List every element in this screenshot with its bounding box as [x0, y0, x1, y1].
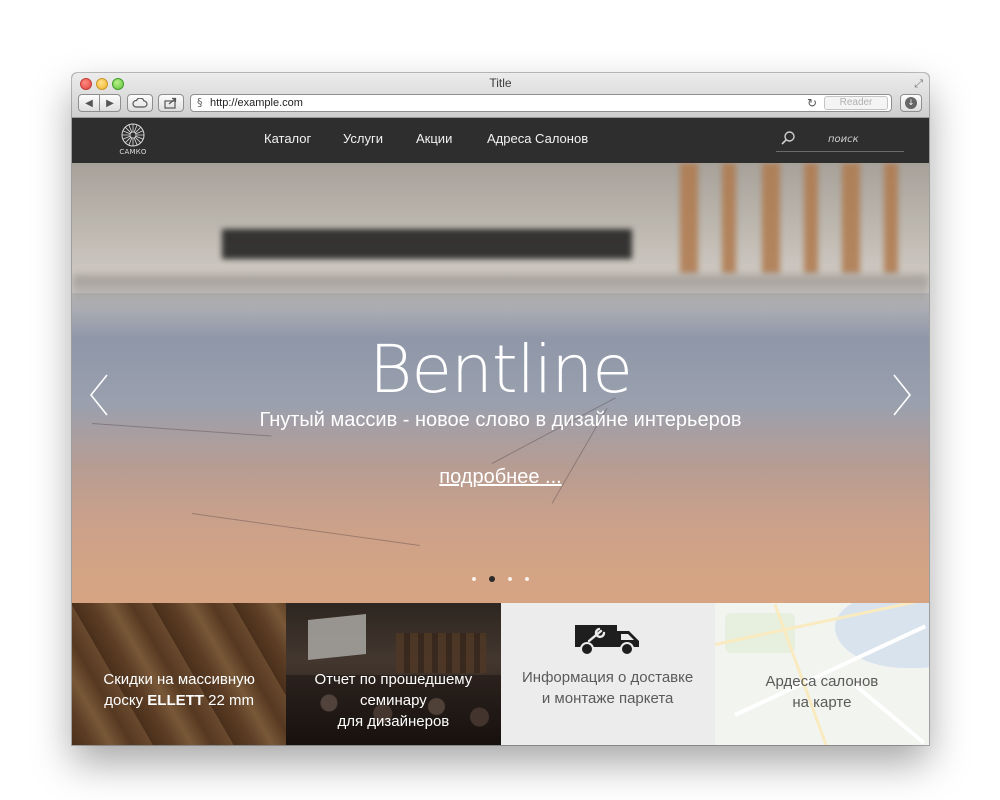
tile-text: Ардеса салонов на карте [765, 673, 879, 711]
slider-dots [72, 576, 929, 582]
tile-seminar-report[interactable]: Отчет по прошедшему семинару для дизайне… [286, 603, 501, 745]
downloads-button[interactable]: ↓ [900, 94, 922, 112]
nav-item-services[interactable]: Услуги [343, 131, 383, 146]
tile-ellett-discount[interactable]: Скидки на массивную доску ELLETT 22 mm [72, 603, 287, 745]
search-input[interactable] [806, 130, 902, 148]
hero-title: Bentline [369, 331, 633, 408]
tile-delivery-info[interactable]: Информация о доставке и монтаже паркета [500, 603, 715, 745]
tile-text: Отчет по прошедшему семинару для дизайне… [314, 671, 473, 730]
nav-item-salon-addresses[interactable]: Адреса Салонов [487, 131, 588, 146]
share-button[interactable] [158, 94, 184, 112]
slider-dot-active[interactable] [489, 576, 495, 582]
site-logo[interactable]: САМКО [118, 122, 148, 158]
slider-dot[interactable] [508, 577, 512, 581]
hero-subtitle: Гнутый массив - новое слово в дизайне ин… [259, 409, 742, 431]
search-box [776, 128, 904, 152]
browser-window: Title ⤢ ◀ ▶ § http://example.com ↻ Reade… [72, 73, 929, 745]
hero-slider: Bentline Гнутый массив - новое слово в д… [72, 163, 929, 603]
browser-titlebar: Title ⤢ ◀ ▶ § http://example.com ↻ Reade… [72, 73, 929, 118]
slider-dot[interactable] [525, 577, 529, 581]
back-button[interactable]: ◀ [78, 94, 100, 112]
reload-icon[interactable]: ↻ [807, 96, 817, 110]
slider-dot[interactable] [472, 577, 476, 581]
nav-item-catalog[interactable]: Каталог [264, 131, 311, 146]
site-header: САМКО Каталог Услуги Акции Адреса Салоно… [72, 118, 929, 163]
nav-item-promotions[interactable]: Акции [416, 131, 452, 146]
promo-tiles: Скидки на массивную доску ELLETT 22 mm О… [72, 603, 929, 745]
tile-text: Скидки на массивную доску ELLETT 22 mm [103, 671, 255, 709]
delivery-van-icon [574, 625, 639, 656]
reader-button[interactable]: Reader [824, 96, 888, 110]
icloud-tabs-button[interactable] [127, 94, 153, 112]
back-arrow-icon: ◀ [85, 97, 93, 109]
site-icon: § [197, 96, 203, 109]
window-title: Title [489, 76, 512, 90]
url-text[interactable]: http://example.com [210, 97, 303, 109]
forward-arrow-icon: ▶ [106, 97, 114, 109]
logo-text: САМКО [119, 148, 147, 156]
cloud-icon [132, 98, 148, 108]
download-icon: ↓ [905, 97, 917, 109]
tile-text: Информация о доставке и монтаже паркета [522, 669, 694, 707]
fullscreen-icon[interactable]: ⤢ [914, 77, 923, 91]
address-bar[interactable]: § http://example.com ↻ Reader [190, 94, 892, 112]
share-icon [164, 97, 177, 109]
hero-more-link[interactable]: подробнее ... [72, 466, 929, 489]
logo-wheel-icon [121, 123, 145, 147]
search-icon[interactable] [780, 130, 796, 146]
tile-salons-map[interactable]: Ардеса салонов на карте [714, 603, 929, 745]
forward-button[interactable]: ▶ [99, 94, 121, 112]
